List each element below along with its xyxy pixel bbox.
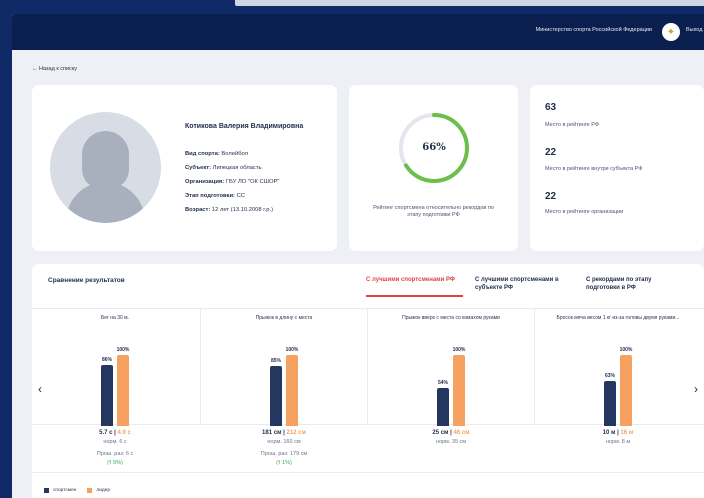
previous-result: Прош. раз: 6 с [96,451,134,457]
improvement-delta: (⭡ 5%) [107,460,123,466]
next-arrow-icon[interactable]: › [694,382,698,396]
norm-value: норм. 8 м [605,439,631,445]
active-tab-underline [366,295,463,297]
exercise-title: Бег на 30 м. [101,315,129,321]
exercise-title: Прыжок вверх с места со взмахом руками [402,315,500,321]
athlete-result: 181 см [262,430,282,436]
app-window: Министерство спорта Российской Федерации… [12,14,704,498]
ministry-title: Министерство спорта Российской Федерации [535,27,652,33]
back-to-list-link[interactable]: ← Назад к списку [32,66,77,72]
athlete-bar [101,365,113,426]
athlete-bar-label: 54% [437,380,448,386]
legend-athlete-swatch [44,488,49,493]
leader-bar-label: 100% [619,347,633,353]
training-stage-field: Этап подготовки: СС [185,193,245,199]
place-rf-label: Место в рейтинге РФ [545,122,600,128]
athlete-bar [437,388,449,426]
tab-records-stage[interactable]: С рекордами по этапу подготовки в РФ [586,276,686,292]
place-org-value: 22 [545,191,557,202]
divider [200,309,201,424]
athlete-bar-label: 63% [604,373,615,379]
tab-best-region[interactable]: С лучшими спортсменами в субъекте РФ [475,276,575,292]
norm-value: норм. 160 см [267,439,301,445]
place-region-label: Место в рейтинге внутри субъекта РФ [545,166,643,172]
leader-bar-label: 100% [116,347,130,353]
improvement-delta: (⭡ 1%) [276,460,292,466]
logout-link[interactable]: Выход [686,27,704,33]
legend-leader-label: лидер [96,488,111,493]
top-navbar: Министерство спорта Российской Федерации… [12,14,704,50]
rating-card: 66% Рейтинг спортсмена относительно реко… [349,85,518,251]
divider [534,309,535,424]
athlete-bar-label: 85% [270,358,281,364]
leader-bar [117,355,129,426]
sport-field: Вид спорта: Волейбол [185,151,248,157]
athlete-result: 25 см [432,430,449,436]
divider [32,472,704,473]
leader-bar [620,355,632,426]
result-values: 10 м | 16 м [602,430,634,436]
athlete-result: 10 м [602,430,616,436]
tab-best-rf[interactable]: С лучшими спортсменами РФ [366,276,466,284]
leader-bar-label: 100% [285,347,299,353]
leader-bar [453,355,465,426]
athlete-bar [270,366,282,426]
athlete-name: Котикова Валерия Владимировна [185,123,304,130]
leader-result: 4.9 с [117,430,131,436]
result-values: 181 см | 212 см [262,430,306,436]
place-rf-value: 63 [545,102,557,113]
divider [367,309,368,424]
leader-result: 212 см [286,430,306,436]
athlete-bar [604,381,616,426]
athlete-bar-label: 86% [101,357,112,363]
age-field: Возраст: 12 лет (13.10.2008 г.р.) [185,207,273,213]
rating-percent: 66% [422,142,446,153]
leader-result: 16 м [620,430,634,436]
leader-bar-label: 100% [452,347,466,353]
prev-arrow-icon[interactable]: ‹ [38,382,42,396]
leader-bar [286,355,298,426]
avatar-placeholder-icon [50,112,161,223]
legend-leader: лидер [87,488,110,493]
background-window-strip [235,0,704,6]
chart-legend: спортсмен лидер [44,488,121,493]
place-region-value: 22 [545,147,557,158]
comparison-card: Сравнение результатов С лучшими спортсме… [32,264,704,498]
result-values: 25 см | 46 см [432,430,470,436]
legend-athlete-label: спортсмен [53,488,77,493]
exercise-title: Прыжок в длину с места [255,315,313,321]
region-field: Субъект: Липецкая область [185,165,262,171]
athlete-result: 5.7 с [99,430,113,436]
leader-result: 46 см [453,430,470,436]
legend-leader-swatch [87,488,93,493]
eagle-emblem-icon: ✦ [662,23,680,41]
norm-value: норм. 6 с [103,439,127,445]
legend-athlete: спортсмен [44,488,76,493]
organization-field: Организация: ГБУ ЛО "ОК СШОР" [185,179,280,185]
norm-value: норм. 35 см [435,439,467,445]
profile-card: Котикова Валерия Владимировна Вид спорта… [32,85,337,251]
divider [32,308,704,309]
rating-description: Рейтинг спортсмена относительно рекордов… [373,205,494,218]
rating-progress-ring: 66% [396,110,472,186]
comparison-title: Сравнение результатов [48,277,125,284]
result-values: 5.7 с | 4.9 с [99,430,131,436]
exercise-title: Бросок мяча весом 1 кг из-за головы двум… [556,315,680,321]
places-card: 63 Место в рейтинге РФ 22 Место в рейтин… [530,85,704,251]
place-org-label: Место в рейтинге организации [545,209,624,215]
previous-result: Прош. раз: 179 см [260,451,308,457]
